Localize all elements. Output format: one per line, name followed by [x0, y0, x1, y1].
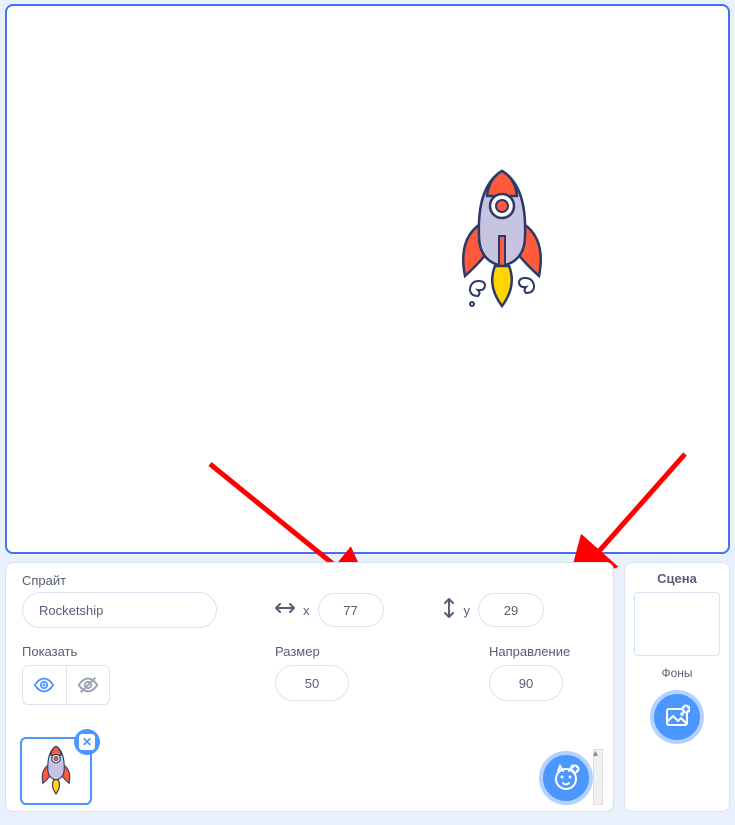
close-icon: ✕ [79, 734, 95, 750]
size-label: Размер [275, 644, 349, 659]
rocketship-graphic [437, 166, 567, 316]
image-plus-icon [664, 704, 690, 730]
scene-preview[interactable] [634, 592, 720, 656]
eye-icon [33, 674, 55, 696]
vertical-arrows-icon [442, 598, 456, 623]
stage-panel[interactable] [5, 4, 730, 554]
rocketship-thumb-icon [33, 744, 79, 798]
show-button[interactable] [23, 666, 66, 704]
y-label: y [464, 603, 471, 618]
scene-panel: Сцена Фоны [624, 562, 730, 812]
add-backdrop-button[interactable] [650, 690, 704, 744]
x-label: x [303, 603, 310, 618]
sprite-list: ✕ [20, 737, 92, 805]
eye-off-icon [77, 674, 99, 696]
add-sprite-button[interactable] [539, 751, 593, 805]
sprite-delete-button[interactable]: ✕ [74, 729, 100, 755]
direction-input[interactable] [489, 665, 563, 701]
horizontal-arrows-icon [275, 601, 295, 620]
show-label: Показать [22, 644, 110, 659]
cat-plus-icon [551, 763, 581, 793]
sprite-info-panel: Спрайт x y Показать [5, 562, 614, 812]
scrollbar[interactable] [593, 749, 603, 805]
sprite-section-label: Спрайт [22, 573, 597, 588]
sprite-thumbnail[interactable]: ✕ [20, 737, 92, 805]
visibility-toggle [22, 665, 110, 705]
y-input[interactable] [478, 593, 544, 627]
scene-title: Сцена [633, 571, 721, 586]
size-input[interactable] [275, 665, 349, 701]
stage-sprite-rocketship[interactable] [437, 166, 567, 316]
sprite-name-input[interactable] [22, 592, 217, 628]
x-input[interactable] [318, 593, 384, 627]
direction-label: Направление [489, 644, 570, 659]
hide-button[interactable] [66, 666, 110, 704]
backdrops-label: Фоны [633, 666, 721, 680]
